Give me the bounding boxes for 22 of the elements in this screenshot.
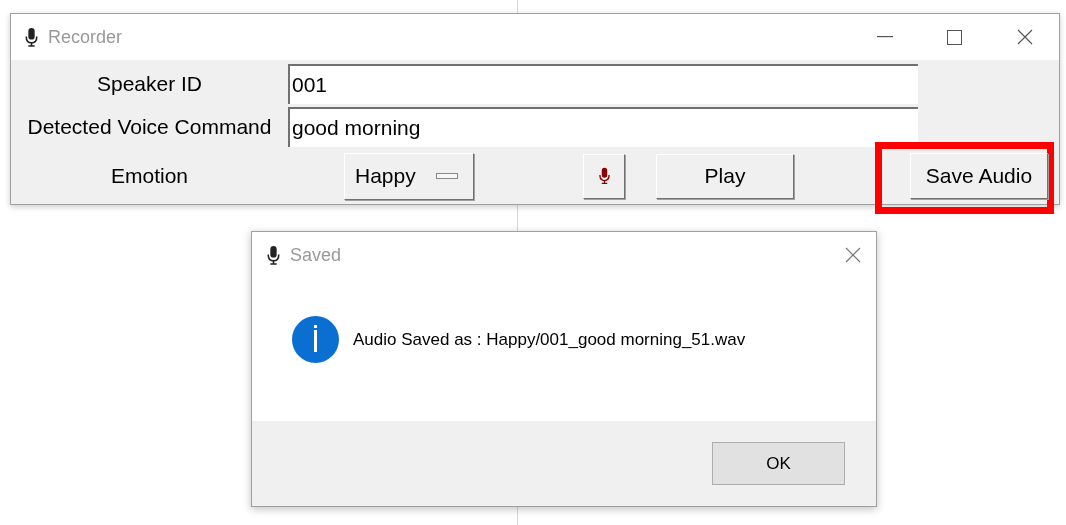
window-title: Recorder (48, 25, 123, 49)
dialog-title: Saved (290, 243, 342, 267)
field-label: Speaker ID (95, 70, 204, 97)
play-button[interactable]: Play (656, 153, 794, 199)
maximize-icon[interactable] (947, 29, 962, 45)
microphone-icon (598, 165, 610, 187)
close-icon[interactable] (1017, 29, 1033, 45)
record-button[interactable] (583, 153, 625, 199)
emotion-dropdown[interactable]: Happy (344, 152, 474, 200)
field-label: Detected Voice Command (26, 113, 273, 140)
info-icon (292, 316, 339, 363)
save-audio-button[interactable]: Save Audio (910, 153, 1048, 199)
field-label: Emotion (109, 163, 189, 190)
ok-button[interactable]: OK (712, 442, 845, 485)
dropdown-indicator-icon (435, 173, 458, 179)
text-field[interactable]: good morning (288, 106, 918, 147)
microphone-icon (25, 27, 38, 47)
microphone-icon (267, 245, 280, 265)
text-field[interactable]: 001 (288, 63, 918, 104)
dialog-message: Audio Saved as : Happy/001_good morning_51.wav (353, 328, 746, 351)
minimize-icon[interactable] (877, 36, 893, 38)
close-icon[interactable] (845, 247, 861, 263)
